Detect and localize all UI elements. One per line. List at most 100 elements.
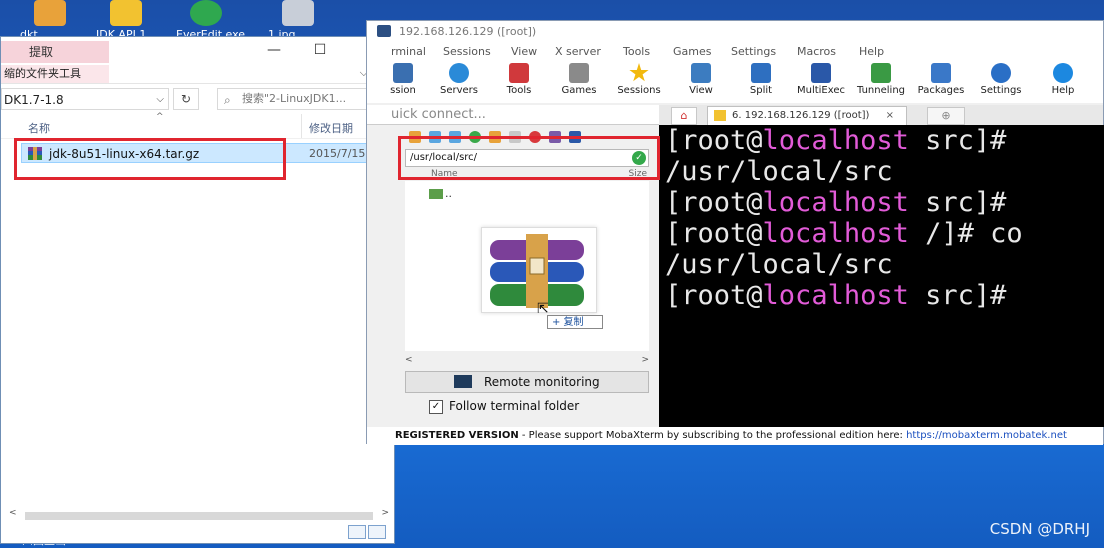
menu-item-tools[interactable]: Tools <box>623 45 650 58</box>
watermark: CSDN @DRHJ <box>989 520 1090 538</box>
ribbon: 缩的文件夹工具 ⌵ ? <box>1 63 394 84</box>
star-icon <box>629 63 649 82</box>
column-name[interactable]: 名称 <box>28 120 50 136</box>
desktop-icon-jdk-api[interactable]: JDK API 1... <box>96 0 157 41</box>
session-button[interactable]: ssion <box>375 63 431 96</box>
window-title: 192.168.126.129 ([root]) <box>399 25 537 38</box>
help-icon <box>1053 63 1073 83</box>
terminal[interactable]: [root@localhost src]# /usr/local/src [ro… <box>659 125 1104 427</box>
home-tab-icon[interactable]: ⌂ <box>671 107 697 125</box>
document-icon <box>110 0 142 26</box>
button-label: Packages <box>917 85 965 96</box>
highlight-box-file <box>14 138 286 180</box>
mobaxterm-icon <box>377 25 391 37</box>
tools-button[interactable]: Tools <box>491 63 547 96</box>
close-tab-icon[interactable]: × <box>886 107 894 125</box>
sessions-button[interactable]: Sessions <box>611 63 667 96</box>
menu-item-view[interactable]: View <box>511 45 537 58</box>
path-field[interactable]: DK1.7-1.8 ⌵ <box>1 88 169 110</box>
scrollbar-thumb[interactable] <box>25 512 373 520</box>
hostname: localhost <box>762 218 909 249</box>
checkbox-checked-icon[interactable]: ✓ <box>429 399 443 414</box>
tunneling-button[interactable]: Tunneling <box>853 63 909 96</box>
button-label: MultiExec <box>796 85 846 96</box>
tunneling-icon <box>871 63 891 83</box>
file-explorer-window: 提取 — ☐ ✕ 缩的文件夹工具 ⌵ ? DK1.7-1.8 ⌵ ↻ ⌕ 搜索"… <box>0 36 395 544</box>
remote-monitoring-label: Remote monitoring <box>484 375 600 389</box>
split-icon <box>751 63 771 83</box>
terminal-line: [root@localhost src]# <box>665 280 1006 311</box>
menu-item-sessions[interactable]: Sessions <box>443 45 491 58</box>
line-text: [root@ <box>665 280 763 311</box>
copy-tooltip: + 复制 <box>547 315 603 329</box>
menu-item-xserver[interactable]: X server <box>555 45 601 58</box>
desktop-icon-dkt[interactable]: dkt <box>20 0 80 41</box>
scroll-right-icon[interactable]: > <box>381 508 389 518</box>
parent-dir-label: .. <box>445 187 452 200</box>
line-text: /]# co <box>908 218 1023 249</box>
sftp-horizontal-scrollbar[interactable]: < > <box>405 355 649 365</box>
scroll-right-icon[interactable]: > <box>641 355 649 365</box>
button-label: ssion <box>390 85 416 96</box>
menu-item-macros[interactable]: Macros <box>797 45 836 58</box>
session-tab[interactable]: 6. 192.168.126.129 ([root]) × <box>707 106 907 125</box>
terminal-line: /usr/local/src <box>665 249 893 280</box>
menu-item-settings[interactable]: Settings <box>731 45 776 58</box>
compressed-folder-tools[interactable]: 缩的文件夹工具 <box>1 65 109 83</box>
menu-item-terminal[interactable]: rminal <box>391 45 426 58</box>
column-headers: 名称 ^ 修改日期 <box>1 112 394 139</box>
terminal-tab-icon <box>714 110 726 121</box>
settings-button[interactable]: Settings <box>973 63 1029 96</box>
search-icon: ⌕ <box>224 93 231 107</box>
desktop-icon-image[interactable]: 1.jpg <box>268 0 328 41</box>
line-text: [root@ <box>665 218 763 249</box>
remote-monitoring-button[interactable]: Remote monitoring <box>405 371 649 393</box>
games-button[interactable]: Games <box>551 63 607 96</box>
session-tabs: ⌂ 6. 192.168.126.129 ([root]) × ⊕ <box>659 105 1103 125</box>
menu-item-help[interactable]: Help <box>859 45 884 58</box>
mobatek-link[interactable]: https://mobaxterm.mobatek.net <box>906 430 1067 441</box>
split-button[interactable]: Split <box>733 63 789 96</box>
search-input[interactable]: ⌕ 搜索"2-LinuxJDK1... <box>217 88 387 110</box>
status-bar: REGISTERED VERSION - Please support Moba… <box>367 427 1103 445</box>
help-button[interactable]: Help <box>1035 63 1091 96</box>
button-label: Split <box>749 85 773 96</box>
tools-icon <box>509 63 529 83</box>
view-switcher <box>346 525 390 541</box>
packages-button[interactable]: Packages <box>913 63 969 96</box>
column-date[interactable]: 修改日期 <box>309 120 353 136</box>
scroll-left-icon[interactable]: < <box>9 508 17 518</box>
button-label: Sessions <box>617 85 661 96</box>
column-divider[interactable] <box>301 114 302 138</box>
registered-label: REGISTERED VERSION <box>395 430 519 441</box>
minimize-button[interactable]: — <box>259 40 289 60</box>
extract-tab[interactable]: 提取 <box>1 41 109 63</box>
multiexec-button[interactable]: MultiExec <box>793 63 849 96</box>
line-text: src]# <box>908 187 1007 218</box>
desktop-icon-everedit[interactable]: EverEdit.exe <box>176 0 245 41</box>
menu-item-games[interactable]: Games <box>673 45 711 58</box>
status-text: - Please support MobaXterm by subscribin… <box>518 430 907 441</box>
new-tab-icon[interactable]: ⊕ <box>927 107 965 125</box>
details-view-icon[interactable] <box>348 525 366 539</box>
search-placeholder: 搜索"2-LinuxJDK1... <box>242 92 347 105</box>
winrar-archive-icon <box>490 234 584 308</box>
refresh-button[interactable]: ↻ <box>173 88 199 110</box>
scroll-left-icon[interactable]: < <box>405 355 413 365</box>
highlight-box-path <box>398 136 660 180</box>
terminal-line: [root@localhost src]# <box>665 125 1006 156</box>
maximize-button[interactable]: ☐ <box>305 40 335 60</box>
hostname: localhost <box>762 125 909 156</box>
line-text: src]# <box>908 125 1007 156</box>
button-label: Settings <box>980 85 1022 96</box>
quick-connect-input[interactable]: uick connect... <box>367 105 659 125</box>
servers-button[interactable]: Servers <box>431 63 487 96</box>
parent-dir-item[interactable]: .. <box>429 187 452 200</box>
sort-up-icon: ^ <box>156 112 164 122</box>
view-button[interactable]: View <box>673 63 729 96</box>
horizontal-scrollbar[interactable]: < > <box>9 508 389 522</box>
large-icons-view-icon[interactable] <box>368 525 386 539</box>
chevron-down-icon[interactable]: ⌵ <box>156 89 164 111</box>
follow-terminal-folder-checkbox[interactable]: ✓ Follow terminal folder <box>429 399 579 414</box>
address-bar: DK1.7-1.8 ⌵ ↻ ⌕ 搜索"2-LinuxJDK1... <box>1 84 394 114</box>
